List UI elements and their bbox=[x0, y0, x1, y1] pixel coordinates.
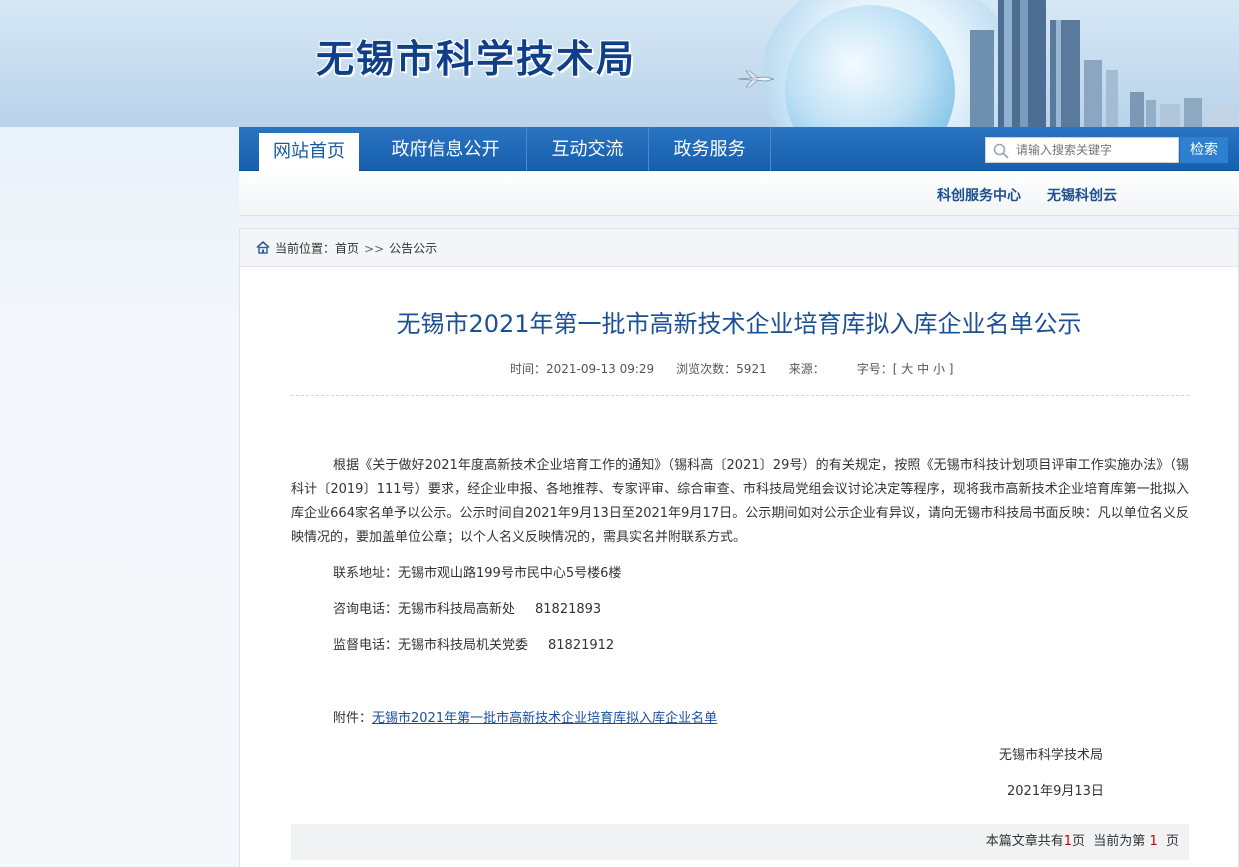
source-label: 来源： bbox=[788, 362, 825, 376]
supervise-phone-label: 监督电话：无锡市科技局机关党委 bbox=[333, 638, 529, 653]
font-bracket-open: [ bbox=[892, 362, 898, 376]
content-panel: 当前位置：首页 >> 公告公示 无锡市2021年第一批市高新技术企业培育库拟入库企业… bbox=[239, 228, 1239, 867]
search-icon bbox=[993, 143, 1009, 159]
breadcrumb-home[interactable]: 首页 bbox=[335, 242, 359, 256]
attachment-link[interactable]: 无锡市2021年第一批市高新技术企业培育库拟入库企业名单 bbox=[372, 711, 717, 726]
airplane-icon bbox=[737, 70, 775, 88]
nav-item-gov-service[interactable]: 政务服务 bbox=[649, 127, 771, 171]
pager-text-b: 页 当前为第 bbox=[1072, 834, 1146, 849]
font-size-large[interactable]: 大 bbox=[901, 362, 913, 376]
link-innovation-service-center[interactable]: 科创服务中心 bbox=[937, 185, 1021, 205]
publish-time: 2021-09-13 09:29 bbox=[546, 362, 655, 376]
contact-address: 联系地址：无锡市观山路199号市民中心5号楼6楼 bbox=[333, 566, 622, 581]
search-input[interactable] bbox=[1016, 140, 1174, 160]
signature-org: 无锡市科学技术局 bbox=[999, 748, 1104, 763]
signature-date: 2021年9月13日 bbox=[1007, 784, 1104, 799]
site-header: 无锡市科学技术局 bbox=[0, 0, 1239, 127]
pager-total: 1 bbox=[1063, 834, 1073, 849]
article-meta: 时间：2021-09-13 09:29 浏览次数：5921 来源： 字号：[ 大 中 … bbox=[510, 360, 953, 377]
views-label: 浏览次数： bbox=[676, 362, 737, 376]
home-icon bbox=[256, 240, 270, 254]
attachment: 附件：无锡市2021年第一批市高新技术企业培育库拟入库企业名单 bbox=[333, 707, 717, 726]
nav-item-gov-info[interactable]: 政府信息公开 bbox=[365, 127, 527, 171]
supervise-phone: 监督电话：无锡市科技局机关党委 81821912 bbox=[291, 628, 1189, 664]
breadcrumb-separator: >> bbox=[364, 241, 385, 256]
breadcrumb-prefix: 当前位置： bbox=[275, 241, 336, 256]
font-bracket-close: ] bbox=[948, 362, 954, 376]
consult-phone-number: 81821893 bbox=[535, 602, 602, 617]
search-button[interactable]: 检索 bbox=[1180, 137, 1228, 163]
city-skyline-graphic bbox=[970, 0, 1236, 127]
site-title: 无锡市科学技术局 bbox=[316, 37, 637, 81]
nav-item-interaction[interactable]: 互动交流 bbox=[527, 127, 649, 171]
attachment-label: 附件： bbox=[333, 711, 373, 726]
font-size-label: 字号： bbox=[856, 362, 893, 376]
font-size-medium[interactable]: 中 bbox=[917, 362, 929, 376]
link-wuxi-innovation-cloud[interactable]: 无锡科创云 bbox=[1047, 185, 1117, 205]
consult-phone: 咨询电话：无锡市科技局高新处 81821893 bbox=[291, 592, 1189, 628]
breadcrumb: 当前位置：首页 >> 公告公示 bbox=[240, 229, 1238, 267]
breadcrumb-announcements[interactable]: 公告公示 bbox=[389, 242, 437, 256]
consult-phone-label: 咨询电话：无锡市科技局高新处 bbox=[333, 602, 516, 617]
time-label: 时间： bbox=[510, 362, 547, 376]
article-title: 无锡市2021年第一批市高新技术企业培育库拟入库企业名单公示 bbox=[396, 310, 1082, 338]
sub-links-bar: 科创服务中心 无锡科创云 bbox=[239, 171, 1239, 216]
article-paragraph: 根据《关于做好2021年度高新技术企业培育工作的通知》（锡科高〔2021〕29号… bbox=[291, 458, 1189, 545]
main-nav: 网站首页 政府信息公开 互动交流 政务服务 检索 bbox=[239, 127, 1239, 171]
title-divider bbox=[291, 395, 1189, 396]
pager-current: 1 bbox=[1149, 834, 1158, 849]
nav-item-home[interactable]: 网站首页 bbox=[259, 133, 359, 171]
supervise-phone-number: 81821912 bbox=[548, 638, 615, 653]
pager-text-a: 本篇文章共有 bbox=[985, 834, 1064, 849]
article-body: 根据《关于做好2021年度高新技术企业培育工作的通知》（锡科高〔2021〕29号… bbox=[291, 454, 1189, 664]
pager-text-c: 页 bbox=[1165, 834, 1179, 849]
font-size-small[interactable]: 小 bbox=[933, 362, 945, 376]
search-box bbox=[985, 137, 1179, 163]
views-count: 5921 bbox=[736, 362, 767, 376]
pagination: 本篇文章共有1页 当前为第 1 页 bbox=[291, 824, 1189, 860]
